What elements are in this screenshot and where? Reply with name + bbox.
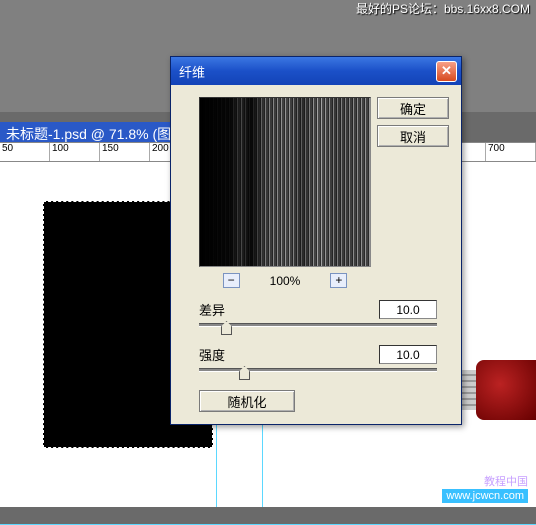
- cancel-button[interactable]: 取消: [377, 125, 449, 147]
- filter-preview[interactable]: [199, 97, 371, 267]
- variance-label: 差异: [199, 300, 225, 319]
- ruler-mark: 50: [0, 143, 50, 161]
- strength-label: 强度: [199, 345, 225, 364]
- variance-slider-thumb[interactable]: [221, 321, 232, 335]
- ok-button[interactable]: 确定: [377, 97, 449, 119]
- zoom-controls: − 100% +: [199, 273, 371, 288]
- ruler-mark: 100: [50, 143, 100, 161]
- zoom-in-button[interactable]: +: [330, 273, 347, 288]
- variance-input[interactable]: [379, 300, 437, 319]
- close-icon: ✕: [441, 63, 452, 78]
- fibers-dialog: 纤维 ✕ 确定 取消 − 100% + 差异: [170, 56, 462, 425]
- watermark-line1: 教程中国: [442, 473, 528, 489]
- variance-control: 差异: [199, 300, 437, 337]
- strength-input[interactable]: [379, 345, 437, 364]
- strength-slider[interactable]: [199, 366, 437, 382]
- dialog-title: 纤维: [179, 62, 205, 81]
- minus-icon: −: [228, 273, 235, 287]
- dialog-side-buttons: 确定 取消: [377, 97, 449, 147]
- plus-icon: +: [335, 273, 342, 287]
- randomize-button[interactable]: 随机化: [199, 390, 295, 412]
- watermark-top: 最好的PS论坛：bbs.16xx8.COM: [356, 0, 530, 17]
- pencil-graphic: [476, 360, 536, 420]
- ruler-mark: 700: [486, 143, 536, 161]
- dialog-titlebar[interactable]: 纤维 ✕: [171, 57, 461, 85]
- ruler-mark: 150: [100, 143, 150, 161]
- close-button[interactable]: ✕: [436, 61, 457, 82]
- watermark-bottom: 教程中国 www.jcwcn.com: [442, 473, 528, 503]
- strength-slider-thumb[interactable]: [239, 366, 250, 380]
- zoom-out-button[interactable]: −: [223, 273, 240, 288]
- dialog-body: 确定 取消 − 100% + 差异 强度: [171, 85, 461, 424]
- zoom-value: 100%: [270, 274, 301, 288]
- variance-slider[interactable]: [199, 321, 437, 337]
- strength-control: 强度: [199, 345, 437, 382]
- watermark-line2: www.jcwcn.com: [442, 489, 528, 503]
